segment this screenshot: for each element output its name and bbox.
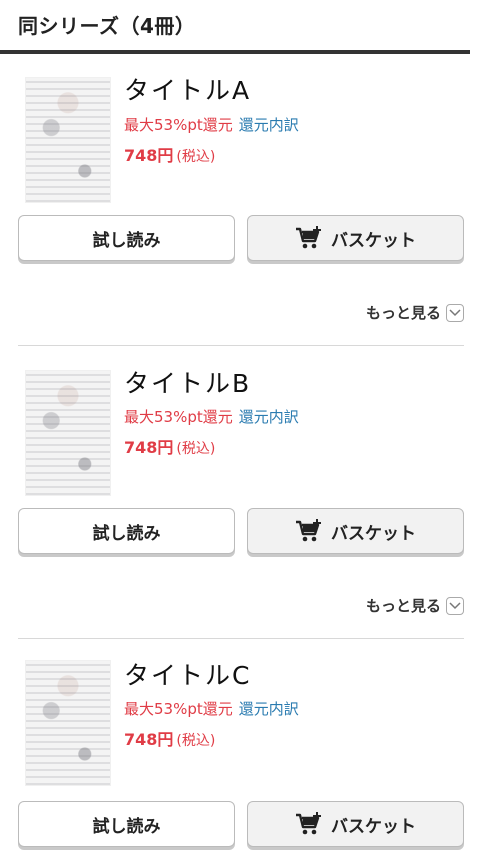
basket-label: バスケット (331, 523, 416, 544)
basket-label: バスケット (331, 816, 416, 837)
show-more-label: もっと見る (365, 597, 441, 615)
point-rate: 最大53%pt還元 (124, 408, 233, 426)
point-rate: 最大53%pt還元 (124, 116, 233, 134)
tax-note: (税込) (176, 733, 216, 749)
add-to-basket-button[interactable]: バスケット (247, 215, 464, 261)
book-title[interactable]: タイトルA (124, 71, 251, 107)
add-to-basket-button[interactable]: バスケット (247, 801, 464, 847)
item-divider (18, 638, 464, 639)
section-header: 同シリーズ（4冊） (0, 0, 470, 54)
cart-plus-icon (295, 518, 323, 544)
show-more-link[interactable]: もっと見る (366, 302, 464, 323)
try-read-button[interactable]: 試し読み (18, 215, 235, 261)
price-value: 748円 (124, 438, 174, 457)
chevron-down-icon (446, 596, 464, 615)
point-breakdown-link[interactable]: 還元内訳 (239, 116, 299, 134)
price: 748円 (税込) (124, 726, 215, 750)
item-divider (18, 345, 464, 346)
cart-plus-icon (295, 225, 323, 251)
book-title[interactable]: タイトルC (124, 656, 251, 692)
chevron-down-icon (446, 303, 464, 322)
book-cover[interactable] (25, 77, 111, 203)
try-read-label: 試し読み (92, 816, 161, 837)
try-read-button[interactable]: 試し読み (18, 508, 235, 554)
point-reward: 最大53%pt還元 還元内訳 (124, 406, 299, 427)
try-read-button[interactable]: 試し読み (18, 801, 235, 847)
show-more-link[interactable]: もっと見る (366, 595, 464, 616)
add-to-basket-button[interactable]: バスケット (247, 508, 464, 554)
price-value: 748円 (124, 730, 174, 749)
point-breakdown-link[interactable]: 還元内訳 (239, 700, 299, 718)
tax-note: (税込) (176, 149, 216, 165)
book-cover[interactable] (25, 370, 111, 496)
price: 748円 (税込) (124, 142, 215, 166)
cart-plus-icon (295, 811, 323, 837)
price: 748円 (税込) (124, 434, 215, 458)
try-read-label: 試し読み (92, 523, 161, 544)
price-value: 748円 (124, 146, 174, 165)
point-reward: 最大53%pt還元 還元内訳 (124, 114, 299, 135)
basket-label: バスケット (331, 230, 416, 251)
try-read-label: 試し読み (92, 230, 161, 251)
section-title: 同シリーズ（4冊） (18, 14, 196, 38)
tax-note: (税込) (176, 441, 216, 457)
point-reward: 最大53%pt還元 還元内訳 (124, 698, 299, 719)
show-more-label: もっと見る (365, 304, 441, 322)
book-cover[interactable] (25, 660, 111, 786)
point-rate: 最大53%pt還元 (124, 700, 233, 718)
point-breakdown-link[interactable]: 還元内訳 (239, 408, 299, 426)
book-title[interactable]: タイトルB (124, 364, 251, 400)
